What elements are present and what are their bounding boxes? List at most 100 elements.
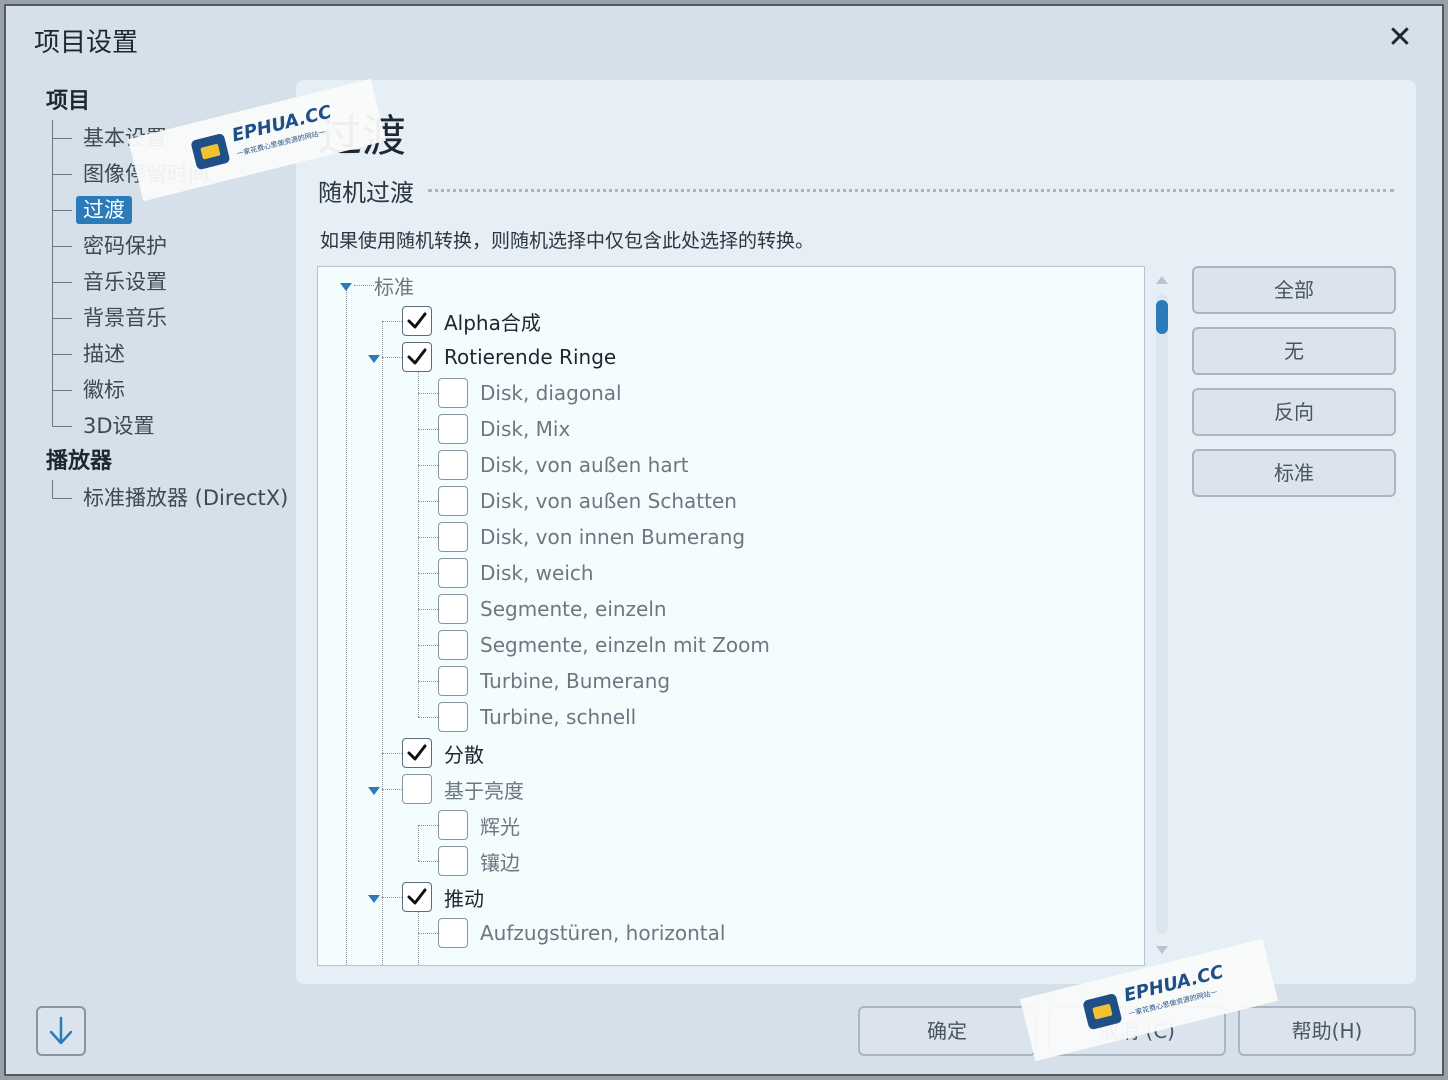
sidebar-item[interactable]: 标准播放器 (DirectX)	[46, 480, 296, 516]
tree-row-label: Disk, weich	[480, 561, 594, 585]
scrollbar[interactable]	[1156, 294, 1168, 934]
tree-row-label: Disk, von außen Schatten	[480, 489, 737, 513]
tree-row[interactable]: 基于亮度	[402, 771, 524, 807]
settings-panel: 过渡 随机过渡 如果使用随机转换，则随机选择中仅包含此处选择的转换。 标准Alp…	[296, 80, 1416, 984]
checkbox-unchecked[interactable]	[438, 846, 468, 876]
tree-row[interactable]: Aufzugstüren, horizontal	[438, 915, 725, 951]
checkbox-unchecked[interactable]	[438, 810, 468, 840]
checkbox-unchecked[interactable]	[438, 486, 468, 516]
sidebar-item[interactable]: 音乐设置	[46, 264, 296, 300]
checkbox-checked[interactable]	[402, 342, 432, 372]
sidebar-item-label: 标准播放器 (DirectX)	[83, 486, 289, 510]
expand-arrow-icon[interactable]	[368, 355, 380, 363]
tree-connector	[52, 210, 72, 211]
sidebar-group-player[interactable]: 播放器	[46, 444, 296, 480]
tree-connector	[418, 501, 438, 502]
tree-connector	[52, 408, 53, 426]
tree-row[interactable]: Turbine, schnell	[438, 699, 636, 735]
tree-connector	[418, 465, 438, 466]
checkbox-unchecked[interactable]	[438, 450, 468, 480]
tree-connector	[418, 609, 438, 610]
standard-selection-button[interactable]: 标准	[1192, 449, 1396, 497]
tree-connector	[418, 825, 438, 826]
tree-connector	[418, 681, 438, 682]
tree-row-label: 辉光	[480, 814, 520, 839]
checkbox-unchecked[interactable]	[438, 558, 468, 588]
expand-arrow-icon[interactable]	[368, 787, 380, 795]
checkbox-checked[interactable]	[402, 306, 432, 336]
tree-connector	[418, 861, 438, 862]
sidebar-item[interactable]: 徽标	[46, 372, 296, 408]
tree-connector	[418, 825, 419, 861]
sidebar-item-label: 徽标	[83, 378, 125, 402]
section-header: 随机过渡	[318, 172, 1394, 208]
tree-row[interactable]: Alpha合成	[402, 303, 541, 339]
tree-row[interactable]: Disk, diagonal	[438, 375, 622, 411]
tree-row[interactable]: 镶边	[438, 843, 520, 879]
select-all-button[interactable]: 全部	[1192, 266, 1396, 314]
tree-connector	[52, 246, 72, 247]
sidebar-item[interactable]: 过渡	[46, 192, 296, 228]
checkbox-checked[interactable]	[402, 882, 432, 912]
checkbox-checked[interactable]	[402, 738, 432, 768]
section-description: 如果使用随机转换，则随机选择中仅包含此处选择的转换。	[320, 230, 815, 252]
tree-row[interactable]: Turbine, Bumerang	[438, 663, 670, 699]
dialog-title: 项目设置	[34, 28, 139, 58]
tree-connector	[382, 321, 402, 322]
tree-connector	[52, 354, 72, 355]
tree-connector	[52, 174, 72, 175]
checkbox-unchecked[interactable]	[438, 378, 468, 408]
checkbox-unchecked[interactable]	[438, 666, 468, 696]
tree-row[interactable]: Disk, weich	[438, 555, 594, 591]
invert-selection-button[interactable]: 反向	[1192, 388, 1396, 436]
tree-row-label: Turbine, Bumerang	[480, 669, 671, 693]
scroll-up-icon[interactable]	[1156, 276, 1168, 284]
expand-arrow-icon[interactable]	[368, 895, 380, 903]
checkbox-unchecked[interactable]	[438, 594, 468, 624]
expand-down-button[interactable]	[36, 1006, 86, 1056]
sidebar-item[interactable]: 背景音乐	[46, 300, 296, 336]
scrollbar-thumb[interactable]	[1156, 300, 1168, 334]
checkbox-unchecked[interactable]	[438, 522, 468, 552]
close-icon[interactable]: ✕	[1382, 20, 1418, 56]
sidebar-item[interactable]: 密码保护	[46, 228, 296, 264]
select-none-button[interactable]: 无	[1192, 327, 1396, 375]
checkbox-unchecked[interactable]	[438, 918, 468, 948]
tree-row[interactable]: Disk, von außen Schatten	[438, 483, 737, 519]
checkbox-unchecked[interactable]	[438, 702, 468, 732]
tree-connector	[346, 285, 347, 965]
tree-row[interactable]: Rotierende Ringe	[402, 339, 616, 375]
tree-connector	[382, 789, 402, 790]
tree-row[interactable]: Segmente, einzeln mit Zoom	[438, 627, 770, 663]
help-button[interactable]: 帮助(H)	[1238, 1006, 1416, 1056]
tree-row[interactable]: Disk, Mix	[438, 411, 570, 447]
tree-row-label: Segmente, einzeln mit Zoom	[480, 633, 770, 657]
tree-row[interactable]: 推动	[402, 879, 484, 915]
tree-row[interactable]: Segmente, einzeln	[438, 591, 667, 627]
sidebar-item[interactable]: 3D设置	[46, 408, 296, 444]
ok-button[interactable]: 确定	[858, 1006, 1036, 1056]
tree-row[interactable]: 标准	[374, 267, 414, 303]
checkmark-icon	[407, 348, 427, 365]
tree-row[interactable]: Disk, von außen hart	[438, 447, 689, 483]
checkbox-unchecked[interactable]	[438, 414, 468, 444]
tree-connector	[382, 897, 402, 898]
tree-connector	[52, 138, 72, 139]
tree-row[interactable]: Disk, von innen Bumerang	[438, 519, 745, 555]
tree-connector	[418, 393, 438, 394]
sidebar-item-label: 描述	[83, 342, 125, 366]
tree-row[interactable]: 辉光	[438, 807, 520, 843]
tree-connector	[382, 321, 383, 965]
checkbox-unchecked[interactable]	[402, 774, 432, 804]
tree-connector	[418, 537, 438, 538]
tree-connector	[418, 573, 438, 574]
scroll-down-icon[interactable]	[1156, 946, 1168, 954]
tree-row-label: Rotierende Ringe	[444, 345, 617, 369]
expand-arrow-icon[interactable]	[340, 283, 352, 291]
tree-connector	[52, 390, 72, 391]
sidebar-item[interactable]: 描述	[46, 336, 296, 372]
tree-row-label: Segmente, einzeln	[480, 597, 667, 621]
watermark-logo-icon	[190, 132, 231, 171]
checkbox-unchecked[interactable]	[438, 630, 468, 660]
tree-row[interactable]: 分散	[402, 735, 484, 771]
